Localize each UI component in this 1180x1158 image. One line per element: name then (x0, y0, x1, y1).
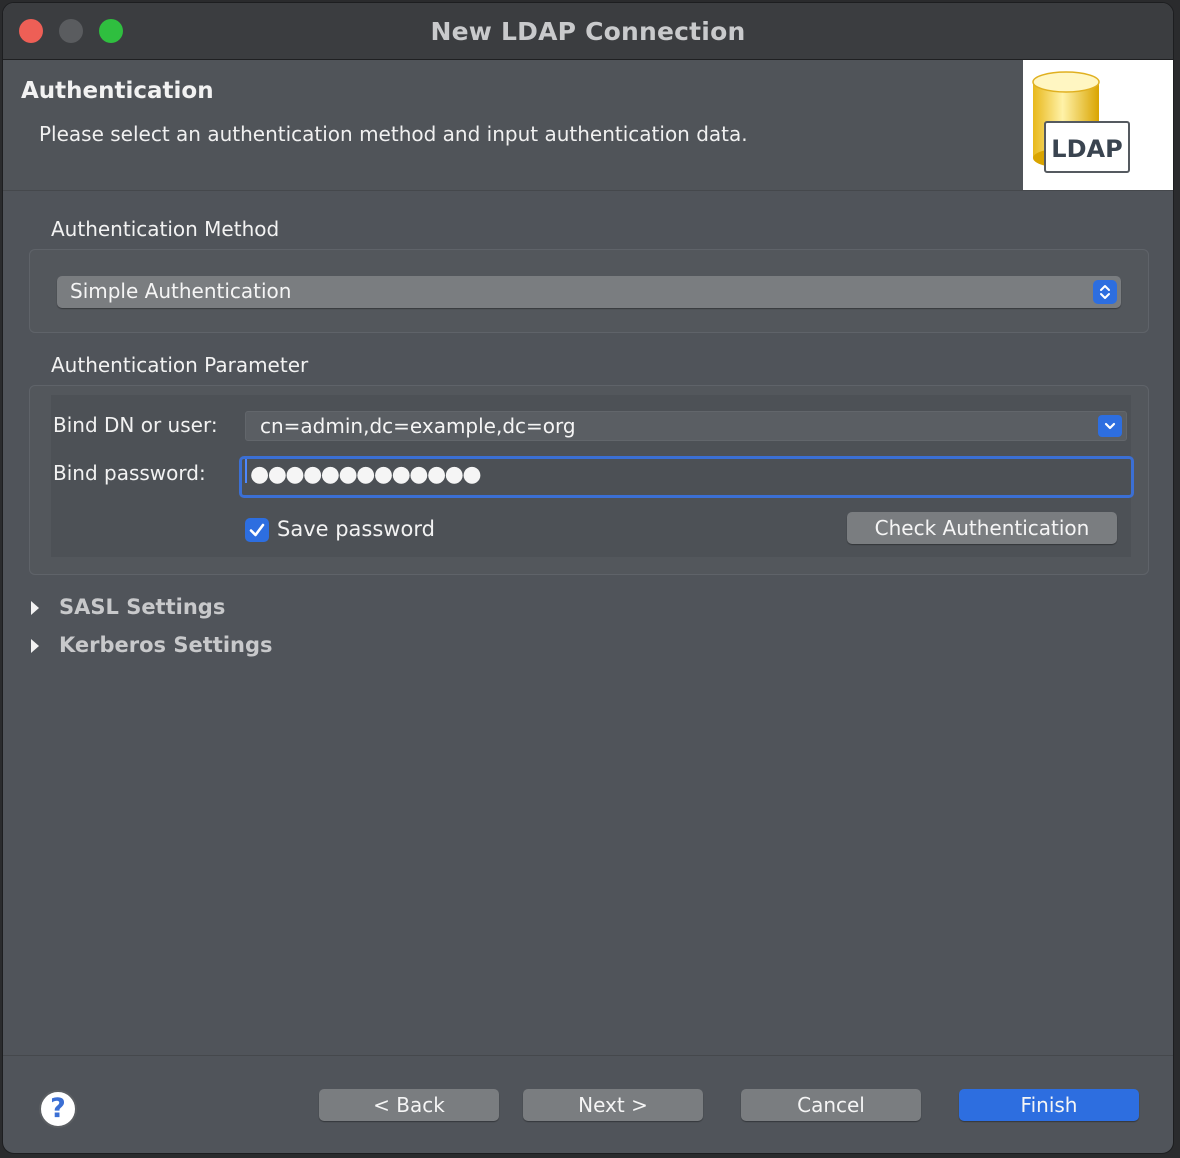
ldap-logo: LDAP (1023, 60, 1173, 190)
bind-dn-label: Bind DN or user: (53, 413, 218, 437)
back-button[interactable]: < Back (319, 1089, 499, 1121)
window-title: New LDAP Connection (430, 17, 746, 46)
logo-text: LDAP (1051, 135, 1122, 163)
page-title: Authentication (21, 78, 214, 104)
dialog-window: New LDAP Connection Authentication Pleas… (2, 2, 1174, 1154)
save-password-checkbox[interactable] (245, 518, 269, 542)
text-caret (245, 459, 247, 483)
title-bar: New LDAP Connection (3, 3, 1173, 60)
auth-method-section-label: Authentication Method (51, 217, 280, 241)
wizard-header: Authentication Please select an authenti… (3, 60, 1173, 191)
help-icon[interactable]: ? (39, 1090, 77, 1128)
kerberos-disclosure-triangle-icon[interactable] (31, 639, 39, 653)
bind-password-value: ●●●●●●●●●●●●● (250, 462, 482, 487)
save-password-label[interactable]: Save password (277, 517, 435, 541)
finish-button[interactable]: Finish (959, 1089, 1139, 1121)
chevron-down-icon[interactable] (1098, 415, 1122, 437)
sasl-settings-expander[interactable]: SASL Settings (59, 595, 225, 619)
bind-password-input[interactable]: ●●●●●●●●●●●●● (239, 456, 1134, 498)
next-button[interactable]: Next > (523, 1089, 703, 1121)
checkmark-icon (249, 523, 265, 537)
kerberos-settings-expander[interactable]: Kerberos Settings (59, 633, 273, 657)
sasl-disclosure-triangle-icon[interactable] (31, 601, 39, 615)
cancel-button[interactable]: Cancel (741, 1089, 921, 1121)
auth-method-select[interactable]: Simple Authentication (57, 276, 1121, 308)
database-icon: LDAP (1032, 71, 1130, 173)
auth-method-selected-value: Simple Authentication (70, 279, 292, 303)
check-authentication-button[interactable]: Check Authentication (847, 512, 1117, 544)
bind-password-label: Bind password: (53, 461, 206, 485)
page-description: Please select an authentication method a… (39, 122, 748, 146)
bind-dn-combo[interactable]: cn=admin,dc=example,dc=org (245, 411, 1127, 441)
auth-param-section-label: Authentication Parameter (51, 353, 309, 377)
bind-dn-value: cn=admin,dc=example,dc=org (260, 414, 576, 438)
up-down-chevron-icon (1093, 280, 1117, 304)
footer-separator (3, 1055, 1173, 1056)
